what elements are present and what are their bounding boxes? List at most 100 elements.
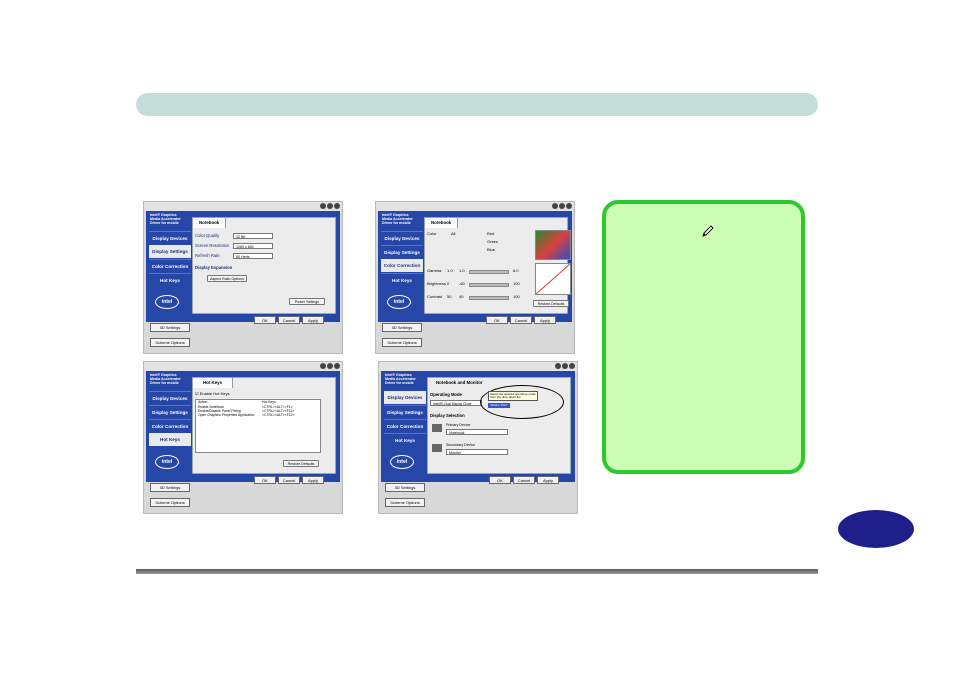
- 3d-settings-button: 3D Settings: [150, 483, 190, 492]
- table-row-action: Open Graphics Properties Application: [198, 413, 255, 417]
- page-number-badge: [838, 510, 914, 548]
- intel-logo: intel: [155, 295, 179, 309]
- tab-notebook: Notebook: [193, 218, 227, 228]
- nav-display-settings: Display Settings: [149, 405, 191, 419]
- color-label: Color: [427, 231, 437, 236]
- scheme-options-button: Scheme Options: [150, 498, 190, 507]
- hot-keys-table: Action Hot Keys Enable Notebook <CTRL><A…: [195, 399, 321, 453]
- display-settings-screenshot: Intel® Graphics Media Accelerator Driver…: [143, 201, 343, 354]
- contrast-max: 100: [513, 294, 520, 299]
- brightness-slider: [469, 283, 509, 287]
- tooltip: Select the desired operating mode from t…: [488, 391, 538, 401]
- color-swatch: [535, 230, 571, 260]
- nav-display-settings: Display Settings: [381, 245, 423, 259]
- nav-color-correction: Color Correction: [381, 259, 423, 272]
- brightness-value: 0: [447, 281, 450, 286]
- scheme-options-button: Scheme Options: [382, 338, 422, 347]
- gamma-max: 6.0: [513, 268, 519, 273]
- minimize-icon: [327, 203, 333, 209]
- ok-button: OK: [254, 316, 276, 324]
- radio-blue: Blue: [487, 247, 496, 252]
- nav-display-devices: Display Devices: [384, 391, 426, 404]
- operating-mode-select: Intel(R) Dual Display Clone: [430, 400, 482, 406]
- minimize-icon: [562, 363, 568, 369]
- cancel-button: Cancel: [513, 476, 535, 484]
- contrast-label: Contrast: [427, 294, 443, 299]
- apply-button: Apply: [302, 476, 324, 484]
- display-expansion-label: Display Expansion: [195, 265, 233, 270]
- 3d-settings-button: 3D Settings: [385, 483, 425, 492]
- settings-panel: Hot Keys ☑ Enable Hot Keys Action Hot Ke…: [192, 377, 336, 474]
- radio-green: Green: [487, 239, 499, 244]
- apply-button: Apply: [537, 476, 559, 484]
- primary-device-select: Notebook: [446, 429, 508, 435]
- restore-defaults-button: Restore Defaults: [283, 460, 319, 467]
- monitor-icon: [432, 444, 442, 452]
- brightness-min: -60: [459, 281, 465, 286]
- refresh-rate-label: Refresh Rate: [195, 253, 220, 258]
- cancel-button: Cancel: [510, 316, 532, 324]
- scheme-options-button: Scheme Options: [385, 498, 425, 507]
- nav-color-correction: Color Correction: [149, 259, 191, 273]
- tab-notebook-and-monitor: Notebook and Monitor: [428, 378, 491, 388]
- gamma-label: Gamma: [427, 268, 442, 273]
- title-bar: [376, 202, 574, 211]
- nav-display-devices: Display Devices: [149, 391, 191, 405]
- display-selection-label: Display Selection: [430, 413, 465, 418]
- hot-keys-screenshot: Intel® Graphics Media Accelerator Driver…: [143, 361, 343, 514]
- ok-button: OK: [489, 476, 511, 484]
- title-bar: [379, 362, 577, 371]
- scheme-options-button: Scheme Options: [150, 338, 190, 347]
- window-body: Intel® Graphics Media Accelerator Driver…: [381, 371, 575, 484]
- nav-hot-keys: Hot Keys: [384, 433, 426, 447]
- contrast-min: 40: [459, 294, 464, 299]
- brightness-max: 100: [513, 281, 520, 286]
- nav-display-devices: Display Devices: [381, 231, 423, 245]
- note-box: [602, 200, 805, 474]
- gamma-min: 1.0: [459, 268, 465, 273]
- nav-hot-keys: Hot Keys: [381, 273, 423, 287]
- power-settings-button: Power Settings: [289, 298, 325, 305]
- title-bar: [144, 202, 342, 211]
- table-header-action: Action: [198, 400, 208, 404]
- table-row-key: <CTRL><ALT><F12>: [262, 413, 295, 417]
- nav-color-correction: Color Correction: [384, 419, 426, 433]
- nav-display-devices: Display Devices: [149, 231, 191, 245]
- minimize-icon: [327, 363, 333, 369]
- color-quality-label: Color Quality: [195, 233, 220, 238]
- help-icon: [320, 203, 326, 209]
- gamma-curve-line: [535, 263, 571, 295]
- brand-text: Intel® Graphics Media Accelerator Driver…: [382, 213, 413, 225]
- tab-hot-keys: Hot Keys: [193, 378, 234, 388]
- primary-device-label: Primary Device: [446, 423, 471, 427]
- help-icon: [555, 363, 561, 369]
- close-icon: [569, 363, 575, 369]
- notebook-icon: [432, 424, 442, 432]
- operating-mode-label: Operating Mode: [430, 392, 462, 397]
- 3d-settings-button: 3D Settings: [150, 323, 190, 332]
- secondary-device-select: Monitor: [446, 449, 508, 455]
- apply-button: Apply: [302, 316, 324, 324]
- tab-notebook: Notebook: [425, 218, 459, 228]
- 3d-settings-button: 3D Settings: [382, 323, 422, 332]
- contrast-slider: [469, 296, 509, 300]
- nav-hot-keys: Hot Keys: [149, 433, 191, 446]
- help-icon: [320, 363, 326, 369]
- brand-text: Intel® Graphics Media Accelerator Driver…: [385, 373, 416, 385]
- window-body: Intel® Graphics Media Accelerator Driver…: [146, 371, 340, 484]
- gamma-value: 1.0: [447, 268, 453, 273]
- refresh-rate-select: 60 Hertz: [233, 253, 273, 259]
- pencil-icon: [702, 225, 714, 237]
- cancel-button: Cancel: [278, 476, 300, 484]
- title-bar: [144, 362, 342, 371]
- footer-rule: [136, 569, 818, 574]
- enable-hot-keys-checkbox: ☑ Enable Hot Keys: [195, 391, 230, 396]
- intel-logo: intel: [155, 455, 179, 469]
- color-quality-select: 32 Bit: [233, 233, 273, 239]
- brand-text: Intel® Graphics Media Accelerator Driver…: [150, 373, 181, 385]
- apply-button: Apply: [534, 316, 556, 324]
- brightness-label: Brightness: [427, 281, 446, 286]
- resolution-select: 1280 x 800: [233, 243, 273, 249]
- close-icon: [334, 363, 340, 369]
- settings-panel: Notebook Color All Red Green Blue Gamma …: [424, 217, 571, 314]
